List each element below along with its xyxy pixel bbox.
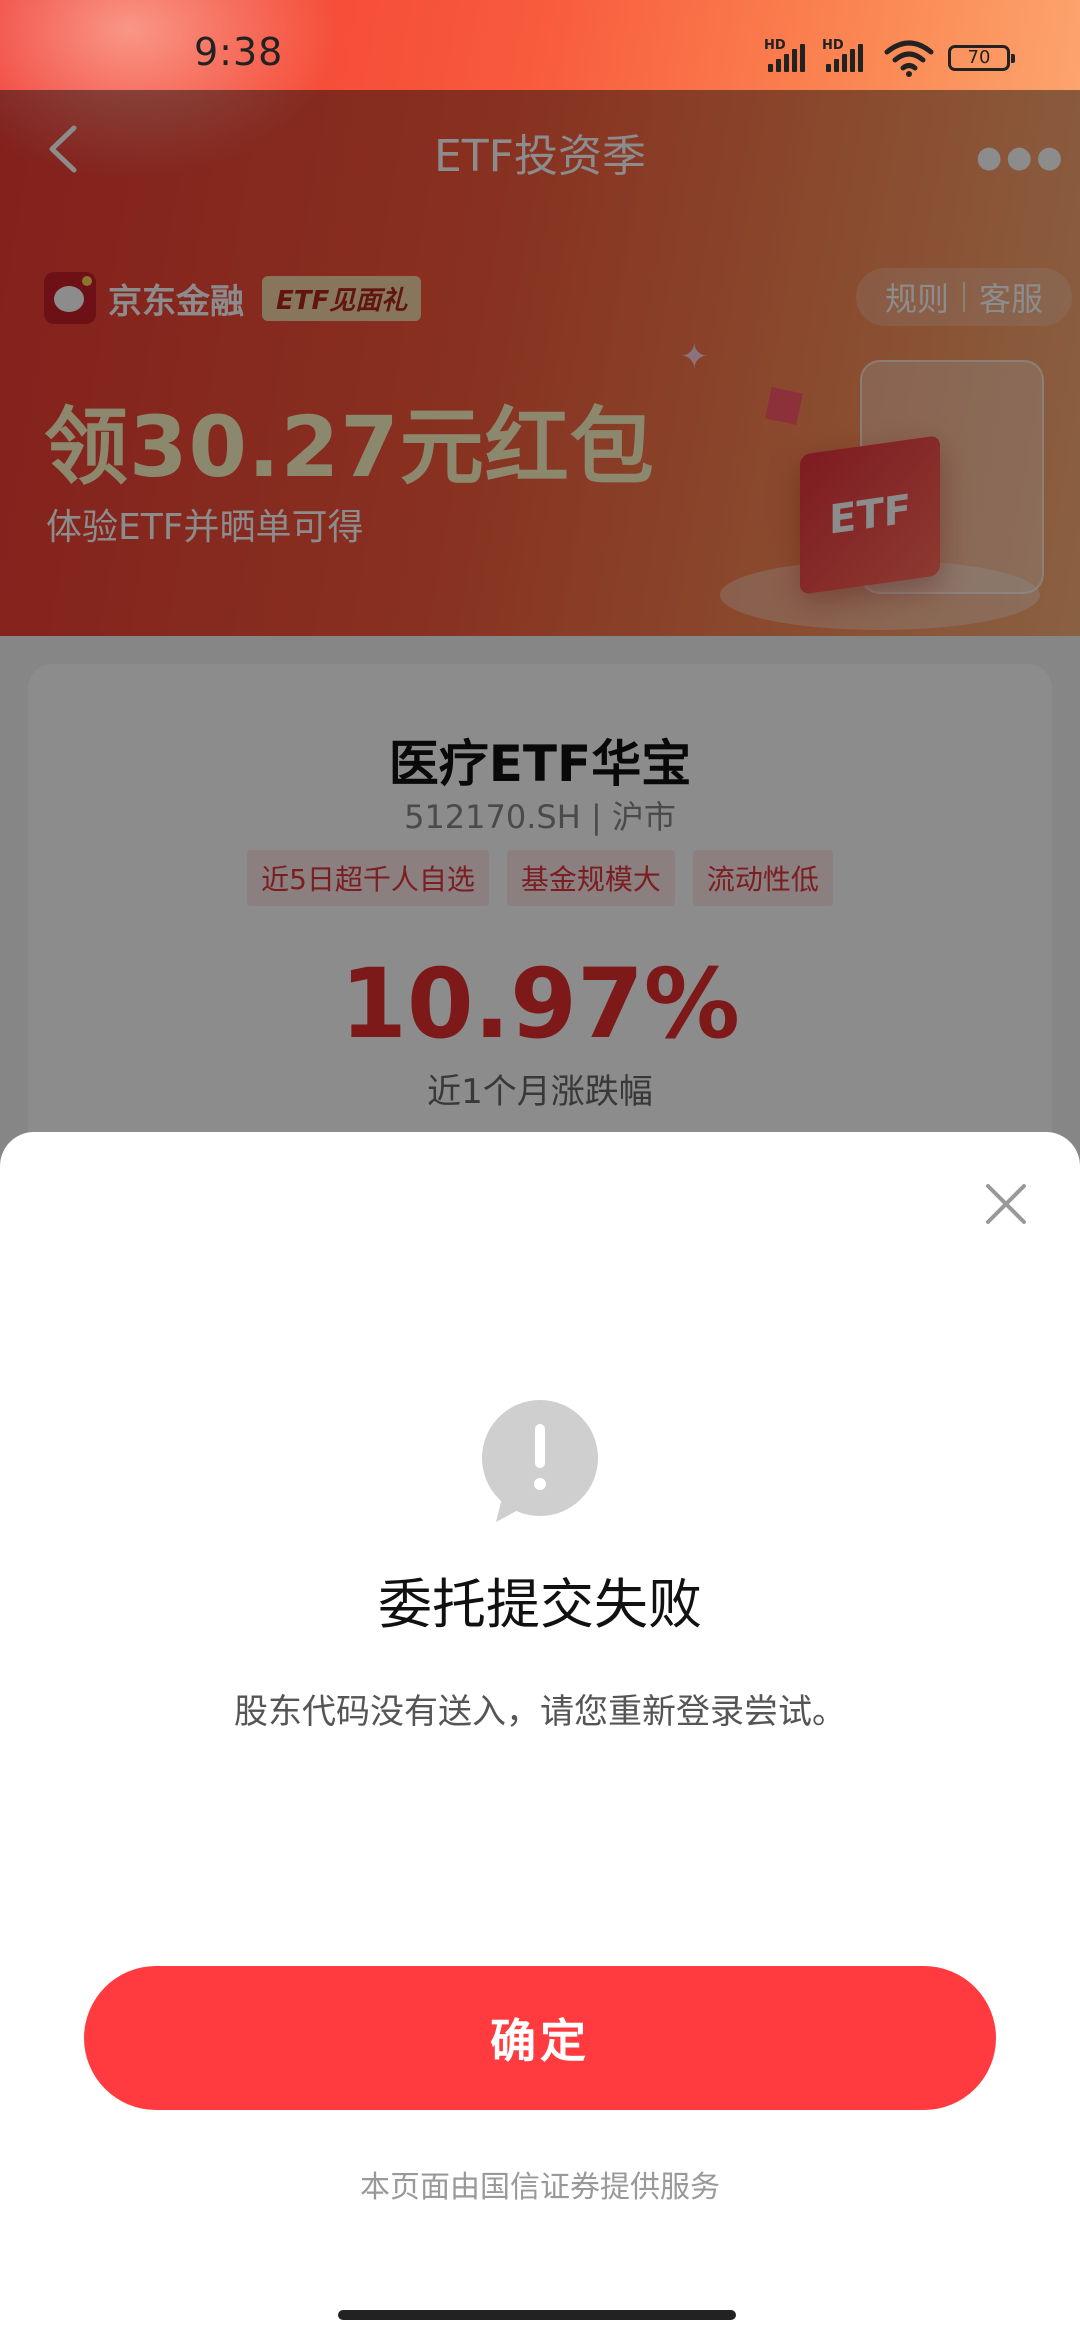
signal-hd-label: HD (764, 38, 786, 53)
status-bar: 9:38 HD HD 70 (0, 0, 1080, 90)
close-icon[interactable] (984, 1182, 1028, 1226)
battery-icon: 70 (948, 45, 1015, 71)
status-time: 9:38 (194, 30, 284, 74)
error-title: 委托提交失败 (378, 1573, 702, 1636)
signal-hd-label-2: HD (822, 38, 844, 53)
warning-icon (482, 1400, 598, 1522)
error-bottom-sheet: 委托提交失败 股东代码没有送入，请您重新登录尝试。 确定 本页面由国信证券提供服… (0, 1132, 1080, 2340)
home-indicator[interactable] (338, 2310, 736, 2320)
confirm-button[interactable]: 确定 (84, 1966, 996, 2110)
service-provider-note: 本页面由国信证券提供服务 (360, 2170, 720, 2205)
wifi-icon (884, 40, 934, 77)
error-message: 股东代码没有送入，请您重新登录尝试。 (234, 1692, 846, 1732)
